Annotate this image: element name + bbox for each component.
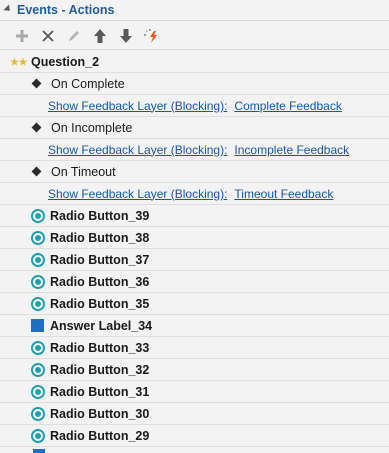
action-row: Show Feedback Layer (Blocking): Timeout … — [0, 183, 389, 205]
radio-button-icon — [31, 384, 45, 399]
move-down-icon[interactable] — [113, 24, 139, 48]
action-link[interactable]: Show Feedback Layer (Blocking): — [48, 99, 227, 113]
object-label: Radio Button_37 — [50, 252, 150, 267]
action-target-link[interactable]: Timeout Feedback — [234, 187, 333, 201]
object-row[interactable]: Radio Button_36 — [0, 271, 389, 293]
events-actions-list: Question_2 On Complete Show Feedback Lay… — [0, 51, 389, 447]
event-diamond-icon — [31, 166, 42, 177]
object-label: Radio Button_36 — [50, 274, 150, 289]
object-label: Radio Button_38 — [50, 230, 150, 245]
object-row[interactable]: Radio Button_39 — [0, 205, 389, 227]
object-label: Radio Button_31 — [50, 384, 150, 399]
object-row[interactable]: Answer Label_34 — [0, 315, 389, 337]
radio-button-icon — [31, 274, 45, 289]
move-up-icon[interactable] — [87, 24, 113, 48]
action-link[interactable]: Show Feedback Layer (Blocking): — [48, 187, 227, 201]
stars-icon — [10, 57, 28, 67]
event-label: On Incomplete — [51, 120, 133, 135]
panel-title: Events - Actions — [17, 3, 115, 17]
event-label: On Complete — [51, 76, 125, 91]
action-link[interactable]: Show Feedback Layer (Blocking): — [48, 143, 227, 157]
object-label: Radio Button_33 — [50, 340, 150, 355]
object-row[interactable]: Radio Button_30 — [0, 403, 389, 425]
object-label: Answer Label_34 — [50, 318, 153, 333]
event-label: On Timeout — [51, 164, 116, 179]
radio-button-icon — [31, 406, 45, 421]
action-row: Show Feedback Layer (Blocking): Incomple… — [0, 139, 389, 161]
event-row[interactable]: On Complete — [0, 73, 389, 95]
object-row[interactable]: Radio Button_29 — [0, 425, 389, 447]
collapse-icon[interactable] — [3, 3, 13, 14]
object-row[interactable]: Radio Button_38 — [0, 227, 389, 249]
answer-label-icon — [33, 449, 45, 453]
object-label: Radio Button_39 — [50, 208, 150, 223]
object-row[interactable]: Radio Button_32 — [0, 359, 389, 381]
object-label: Radio Button_32 — [50, 362, 150, 377]
edit-icon[interactable] — [61, 24, 87, 48]
radio-button-icon — [31, 296, 45, 311]
action-target-link[interactable]: Complete Feedback — [234, 99, 341, 113]
radio-button-icon — [31, 230, 45, 245]
object-row[interactable]: Radio Button_35 — [0, 293, 389, 315]
radio-button-icon — [31, 362, 45, 377]
object-row[interactable]: Radio Button_37 — [0, 249, 389, 271]
event-row[interactable]: On Incomplete — [0, 117, 389, 139]
event-diamond-icon — [31, 122, 42, 133]
question-label: Question_2 — [31, 54, 100, 69]
radio-button-icon — [31, 252, 45, 267]
event-row[interactable]: On Timeout — [0, 161, 389, 183]
answer-label-icon — [31, 319, 44, 332]
action-target-link[interactable]: Incomplete Feedback — [234, 143, 349, 157]
event-diamond-icon — [31, 78, 42, 89]
question-row[interactable]: Question_2 — [0, 51, 389, 73]
radio-button-icon — [31, 208, 45, 223]
object-row[interactable]: Radio Button_33 — [0, 337, 389, 359]
object-label: Radio Button_35 — [50, 296, 150, 311]
radio-button-icon — [31, 428, 45, 443]
object-row[interactable]: Radio Button_31 — [0, 381, 389, 403]
add-icon[interactable] — [9, 24, 35, 48]
magic-wand-icon[interactable] — [139, 24, 165, 48]
delete-icon[interactable] — [35, 24, 61, 48]
panel-header[interactable]: Events - Actions — [0, 0, 389, 21]
object-label: Radio Button_29 — [50, 428, 150, 443]
toolbar — [0, 22, 389, 50]
action-row: Show Feedback Layer (Blocking): Complete… — [0, 95, 389, 117]
object-label: Radio Button_30 — [50, 406, 150, 421]
radio-button-icon — [31, 340, 45, 355]
